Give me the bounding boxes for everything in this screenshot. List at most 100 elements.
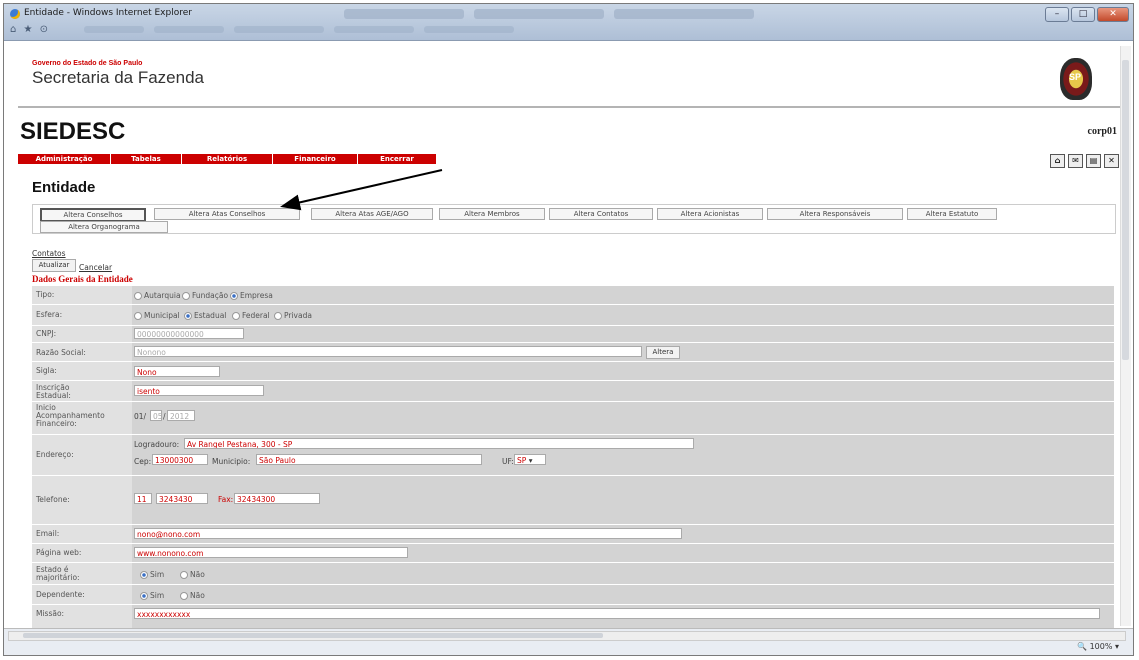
label-esfera: Esfera: [36, 310, 63, 319]
radio-icon [232, 312, 240, 320]
fax-field[interactable]: 32434300 [234, 493, 320, 504]
atualizar-button[interactable]: Atualizar [32, 259, 76, 272]
menu-encerrar[interactable]: Encerrar [358, 154, 437, 164]
menu-financeiro[interactable]: Financeiro [273, 154, 358, 164]
label-estado-majoritario: Estado é majoritário: [36, 565, 80, 582]
radio-selected-icon [230, 292, 238, 300]
tab-altera-estatuto[interactable]: Altera Estatuto [907, 208, 997, 220]
sp-seal-icon: SP [1060, 58, 1092, 100]
blurred-tab [334, 26, 414, 33]
contatos-link[interactable]: Contatos [32, 249, 66, 258]
label-telefone: Telefone: [36, 495, 70, 504]
blurred-url [474, 9, 604, 19]
close-window-button[interactable]: ✕ [1097, 7, 1129, 22]
row-razao-social: Razão Social: Nonono Altera [32, 343, 1114, 362]
blurred-tab [424, 26, 514, 33]
radio-selected-icon [140, 571, 148, 579]
tab-altera-responsaveis[interactable]: Altera Responsáveis [767, 208, 903, 220]
fax-label: Fax: [218, 495, 234, 504]
radio-selected-icon [140, 592, 148, 600]
minimize-button[interactable]: – [1045, 7, 1069, 22]
label-tipo: Tipo: [36, 290, 55, 299]
tab-bar: Altera Conselhos Altera Atas Conselhos A… [32, 204, 1116, 234]
municipio-field[interactable]: São Paulo [256, 454, 482, 465]
cnpj-field[interactable]: 00000000000000 [134, 328, 244, 339]
radio-estadual[interactable]: Estadual [184, 311, 226, 320]
inicio-month-field[interactable]: 05 [150, 410, 162, 421]
status-bar: 🔍 100% ▾ [4, 628, 1133, 655]
altera-button[interactable]: Altera [646, 346, 680, 359]
row-telefone: Telefone: 11 3243430 Fax: 32434300 [32, 476, 1114, 525]
divider [18, 106, 1125, 108]
horizontal-scrollbar[interactable] [8, 631, 1126, 641]
radio-dependente-sim[interactable]: Sim [140, 591, 164, 600]
user-label: corp01 [1087, 126, 1117, 137]
tab-altera-membros[interactable]: Altera Membros [439, 208, 545, 220]
radio-dependente-nao[interactable]: Não [180, 591, 205, 600]
favorites-icons[interactable]: ⌂ ★ ⊙ [10, 24, 50, 35]
sigla-field[interactable]: Nono [134, 366, 220, 377]
label-endereco: Endereço: [36, 450, 74, 459]
zoom-level[interactable]: 🔍 100% ▾ [1077, 642, 1119, 651]
toolbar-icons: ⌂ ✉ ▤ ✕ [1050, 154, 1119, 168]
inicio-year-field[interactable]: 2012 [167, 410, 195, 421]
blurred-tab [84, 26, 144, 33]
inscricao-field[interactable]: isento [134, 385, 264, 396]
scroll-thumb[interactable] [23, 633, 603, 638]
label-razao-social: Razão Social: [36, 348, 86, 357]
row-sigla: Sigla: Nono [32, 362, 1114, 381]
row-inicio: Inicio Acompanhamento Financeiro: 01/ 05… [32, 402, 1114, 435]
label-sigla: Sigla: [36, 366, 57, 375]
tab-altera-contatos[interactable]: Altera Contatos [549, 208, 653, 220]
radio-fundacao[interactable]: Fundação [182, 291, 228, 300]
radio-majoritario-sim[interactable]: Sim [140, 570, 164, 579]
label-inicio: Inicio Acompanhamento Financeiro: [36, 403, 105, 428]
razao-social-field[interactable]: Nonono [134, 346, 642, 357]
home-icon[interactable]: ⌂ [1050, 154, 1065, 168]
tab-altera-atas-age-ago[interactable]: Altera Atas AGE/AGO [311, 208, 433, 220]
cancelar-link[interactable]: Cancelar [79, 263, 112, 272]
row-tipo: Tipo: Autarquia Fundação Empresa [32, 286, 1114, 305]
ddd-field[interactable]: 11 [134, 493, 152, 504]
row-endereco: Endereço: Logradouro: Av Rangel Pestana,… [32, 435, 1114, 476]
tab-altera-organograma[interactable]: Altera Organograma [40, 221, 168, 233]
uf-select[interactable]: SP ▾ [514, 454, 546, 465]
tab-altera-conselhos[interactable]: Altera Conselhos [40, 208, 146, 222]
telefone-field[interactable]: 3243430 [156, 493, 208, 504]
blurred-url [614, 9, 754, 19]
cep-field[interactable]: 13000300 [152, 454, 208, 465]
row-inscricao: Inscrição Estadual: isento [32, 381, 1114, 402]
radio-empresa[interactable]: Empresa [230, 291, 273, 300]
mail-icon[interactable]: ✉ [1068, 154, 1083, 168]
close-icon[interactable]: ✕ [1104, 154, 1119, 168]
radio-municipal[interactable]: Municipal [134, 311, 180, 320]
radio-majoritario-nao[interactable]: Não [180, 570, 205, 579]
menu-relatorios[interactable]: Relatórios [182, 154, 273, 164]
tab-altera-acionistas[interactable]: Altera Acionistas [657, 208, 763, 220]
window-title: Entidade - Windows Internet Explorer [24, 8, 192, 18]
blurred-tab [234, 26, 324, 33]
radio-federal[interactable]: Federal [232, 311, 270, 320]
menu-tabelas[interactable]: Tabelas [111, 154, 182, 164]
row-dependente: Dependente: Sim Não [32, 585, 1114, 605]
section-title: Dados Gerais da Entidade [32, 274, 133, 284]
logradouro-field[interactable]: Av Rangel Pestana, 300 - SP [184, 438, 694, 449]
pagina-web-field[interactable]: www.nonono.com [134, 547, 408, 558]
print-icon[interactable]: ▤ [1086, 154, 1101, 168]
row-esfera: Esfera: Municipal Estadual Federal Priva… [32, 305, 1114, 326]
radio-privada[interactable]: Privada [274, 311, 312, 320]
vertical-scrollbar[interactable] [1120, 46, 1131, 626]
label-pagina-web: Página web: [36, 548, 82, 557]
maximize-button[interactable]: □ [1071, 7, 1095, 22]
ie-logo-icon [10, 9, 20, 19]
email-field[interactable]: nono@nono.com [134, 528, 682, 539]
scroll-thumb[interactable] [1122, 60, 1129, 360]
radio-autarquia[interactable]: Autarquia [134, 291, 181, 300]
row-cnpj: CNPJ: 00000000000000 [32, 326, 1114, 343]
cep-label: Cep: [134, 457, 152, 466]
menu-administracao[interactable]: Administração [18, 154, 111, 164]
tab-altera-atas-conselhos[interactable]: Altera Atas Conselhos [154, 208, 300, 220]
radio-icon [182, 292, 190, 300]
missao-field[interactable]: xxxxxxxxxxxx [134, 608, 1100, 619]
inicio-day: 01/ [134, 412, 147, 421]
